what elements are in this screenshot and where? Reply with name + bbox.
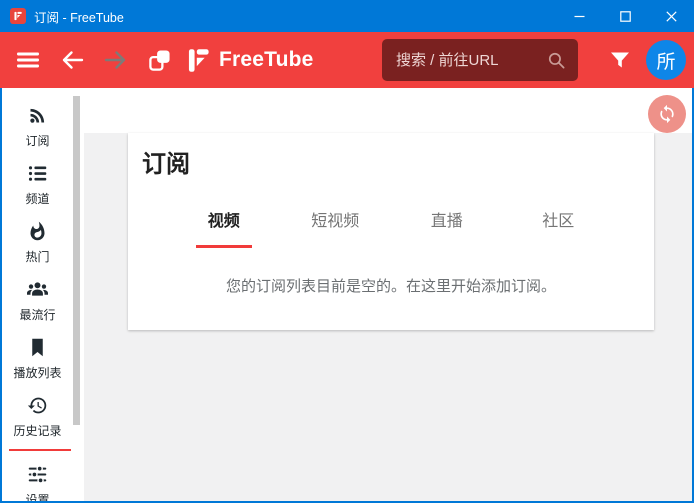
- fire-icon: [27, 221, 48, 242]
- refresh-subscriptions-button[interactable]: [648, 95, 686, 133]
- forward-button-disabled[interactable]: [104, 48, 128, 72]
- sliders-icon: [27, 464, 48, 485]
- app-logo-icon: [10, 8, 26, 24]
- sidebar-item-label: 播放列表: [13, 366, 61, 380]
- tab-videos[interactable]: 视频: [168, 212, 280, 248]
- subscriptions-card: 订阅 视频 短视频 直播 社区 您的订阅列表目前是空的。在这里开始添加订阅。: [128, 133, 654, 330]
- minimize-button[interactable]: [556, 0, 602, 32]
- history-icon: [27, 395, 48, 416]
- search-input[interactable]: [382, 52, 547, 69]
- users-icon: [27, 279, 48, 300]
- page-title: 订阅: [142, 149, 654, 181]
- sidebar: 订阅 频道 热门 最流行 播放列表 历史记录: [2, 88, 84, 501]
- tab-label: 社区: [530, 212, 586, 248]
- empty-subscriptions-message: 您的订阅列表目前是空的。在这里开始添加订阅。: [128, 275, 654, 296]
- sidebar-item-trending[interactable]: 热门: [2, 212, 73, 270]
- app-header: FreeTube 所: [0, 32, 694, 88]
- back-button[interactable]: [60, 48, 84, 72]
- channel-list-icon: [27, 163, 48, 184]
- sidebar-item-most-popular[interactable]: 最流行: [2, 270, 73, 328]
- filter-icon[interactable]: [608, 48, 632, 72]
- sidebar-item-label: 历史记录: [13, 424, 61, 438]
- sidebar-item-label: 设置: [25, 493, 49, 501]
- bookmark-icon: [27, 337, 48, 358]
- window-title: 订阅 - FreeTube: [34, 7, 556, 26]
- content-area: 订阅 频道 热门 最流行 播放列表 历史记录: [0, 88, 694, 503]
- freetube-window: 订阅 - FreeTube FreeTube: [0, 0, 694, 503]
- search-bar[interactable]: [382, 39, 578, 81]
- tab-label: 短视频: [299, 212, 371, 248]
- tab-community[interactable]: 社区: [503, 212, 615, 248]
- search-icon[interactable]: [547, 51, 566, 70]
- sidebar-item-subscriptions[interactable]: 订阅: [2, 96, 73, 154]
- logo-text: FreeTube: [219, 48, 314, 72]
- new-window-icon[interactable]: [148, 48, 171, 72]
- sidebar-divider: [9, 449, 71, 451]
- sidebar-item-label: 热门: [25, 250, 49, 264]
- close-button[interactable]: [648, 0, 694, 32]
- titlebar: 订阅 - FreeTube: [0, 0, 694, 32]
- maximize-button[interactable]: [602, 0, 648, 32]
- main-panel: 订阅 视频 短视频 直播 社区 您的订阅列表目前是空的。在这里开始添加订阅。: [84, 88, 692, 501]
- tab-live[interactable]: 直播: [391, 212, 503, 248]
- freetube-logo[interactable]: FreeTube: [185, 47, 314, 74]
- rss-icon: [27, 105, 48, 126]
- profile-avatar-label: 所: [656, 47, 675, 74]
- sidebar-item-label: 最流行: [19, 308, 55, 322]
- main-top-strip: [84, 88, 692, 133]
- refresh-icon: [657, 104, 677, 124]
- sidebar-item-settings[interactable]: 设置: [2, 455, 73, 501]
- tab-label: 直播: [419, 212, 475, 248]
- tab-label: 视频: [196, 212, 252, 248]
- sidebar-item-label: 频道: [25, 192, 49, 206]
- menu-button[interactable]: [16, 48, 40, 72]
- sidebar-item-label: 订阅: [25, 134, 49, 148]
- sidebar-item-channels[interactable]: 频道: [2, 154, 73, 212]
- profile-avatar[interactable]: 所: [646, 40, 686, 80]
- subscription-tabs: 视频 短视频 直播 社区: [168, 212, 614, 248]
- sidebar-item-playlists[interactable]: 播放列表: [2, 328, 73, 386]
- freetube-logo-icon: [185, 47, 212, 74]
- sidebar-scrollbar-thumb[interactable]: [73, 96, 80, 425]
- tab-shorts[interactable]: 短视频: [280, 212, 392, 248]
- sidebar-item-history[interactable]: 历史记录: [2, 386, 73, 444]
